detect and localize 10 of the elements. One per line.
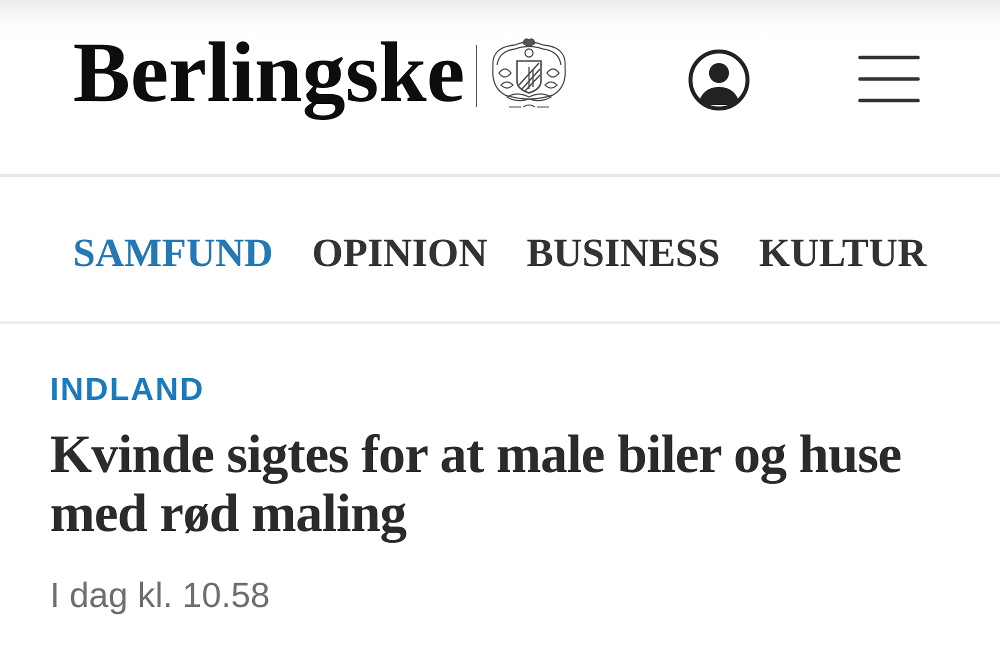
nav-tab[interactable]: KULTUR bbox=[759, 233, 926, 273]
nav-tab[interactable]: SAMFUND bbox=[73, 233, 273, 273]
logo-wordmark[interactable]: Berlingske bbox=[73, 17, 465, 129]
article-timestamp: I dag kl. 10.58 bbox=[50, 578, 270, 613]
user-account-icon[interactable] bbox=[688, 49, 750, 111]
menu-icon[interactable] bbox=[858, 55, 920, 103]
nav-tab[interactable]: OPINION bbox=[312, 233, 488, 273]
nav-tab[interactable]: BUSINESS bbox=[526, 233, 720, 273]
article-headline: Kvinde sigtes for at male biler og huse med rød maling bbox=[50, 425, 902, 543]
section-link[interactable]: INDLAND bbox=[50, 373, 204, 405]
